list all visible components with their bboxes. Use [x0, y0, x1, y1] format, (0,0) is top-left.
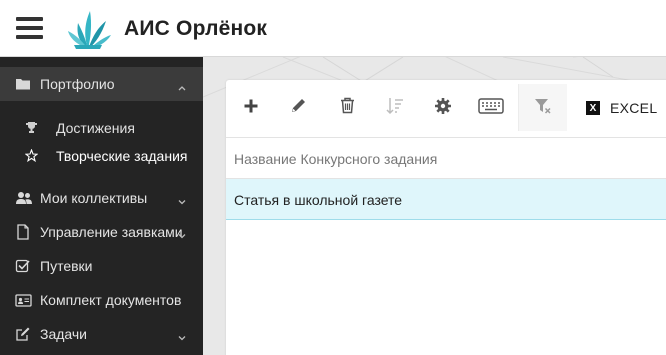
sidebar-item-my-collectives[interactable]: Мои коллективы	[0, 181, 203, 215]
chevron-down-icon[interactable]	[178, 227, 186, 239]
delete-button[interactable]	[333, 94, 361, 122]
tasks-panel: X EXCEL Название Конкурсного задания Ста…	[226, 80, 666, 355]
sidebar-item-label: Задачи	[40, 326, 88, 342]
edit-icon	[290, 97, 307, 119]
app-logo-icon[interactable]	[64, 5, 114, 53]
users-icon	[15, 190, 32, 206]
sidebar-item-tasks[interactable]: Задачи	[0, 317, 203, 351]
export-excel-label: EXCEL	[610, 100, 658, 116]
table-header: Название Конкурсного задания	[226, 137, 666, 179]
clear-filter-icon	[534, 97, 552, 120]
app-header: АИС Орлёнок	[0, 0, 666, 57]
edit-button[interactable]	[284, 94, 312, 122]
star-icon	[24, 148, 39, 163]
delete-icon	[340, 97, 355, 119]
sort-icon	[386, 97, 404, 120]
sidebar-item-applications[interactable]: Управление заявками	[0, 215, 203, 249]
sidebar-subitem-label: Творческие задания	[56, 148, 188, 164]
sidebar-subitem-creative-tasks[interactable]: Творческие задания	[0, 142, 203, 170]
sidebar-item-label: Комплект документов	[40, 292, 182, 308]
chevron-down-icon[interactable]	[178, 193, 186, 205]
add-button[interactable]	[237, 94, 265, 122]
sidebar-subitem-label: Достижения	[56, 120, 135, 136]
sidebar-subitem-achievements[interactable]: Достижения	[0, 114, 203, 142]
checkbox-icon	[15, 258, 31, 274]
add-icon	[243, 98, 259, 119]
sort-button[interactable]	[381, 94, 409, 122]
trophy-icon	[25, 121, 38, 134]
sidebar-item-label: Портфолио	[40, 76, 115, 92]
table-row[interactable]: Статья в школьной газете	[226, 179, 666, 220]
keyboard-button[interactable]	[476, 94, 506, 122]
document-icon	[15, 224, 31, 240]
main-content: X EXCEL Название Конкурсного задания Ста…	[203, 57, 666, 355]
column-header-task-name[interactable]: Название Конкурсного задания	[234, 151, 437, 167]
edit-square-icon	[15, 326, 31, 342]
menu-toggle-icon[interactable]	[16, 17, 43, 39]
sidebar-item-vouchers[interactable]: Путевки	[0, 249, 203, 283]
chevron-down-icon[interactable]	[178, 329, 186, 341]
table-cell-task-name: Статья в школьной газете	[234, 192, 403, 208]
settings-icon	[434, 97, 452, 120]
keyboard-icon	[478, 97, 504, 119]
sidebar-item-portfolio[interactable]: Портфолио	[0, 67, 203, 101]
id-card-icon	[15, 292, 32, 308]
folder-icon	[15, 76, 31, 92]
sidebar-item-document-kit[interactable]: Комплект документов	[0, 283, 203, 317]
excel-icon: X	[586, 101, 600, 115]
clear-filter-button[interactable]	[529, 94, 557, 122]
sidebar: Портфолио Достижения Творческие задания …	[0, 57, 203, 355]
sidebar-item-label: Управление заявками	[40, 224, 183, 240]
export-excel-button[interactable]: X EXCEL	[586, 94, 657, 122]
toolbar: X EXCEL	[226, 80, 666, 137]
chevron-up-icon[interactable]	[178, 79, 186, 91]
settings-button[interactable]	[429, 94, 457, 122]
app-title: АИС Орлёнок	[124, 17, 268, 40]
sidebar-item-label: Путевки	[40, 258, 93, 274]
sidebar-item-label: Мои коллективы	[40, 190, 148, 206]
